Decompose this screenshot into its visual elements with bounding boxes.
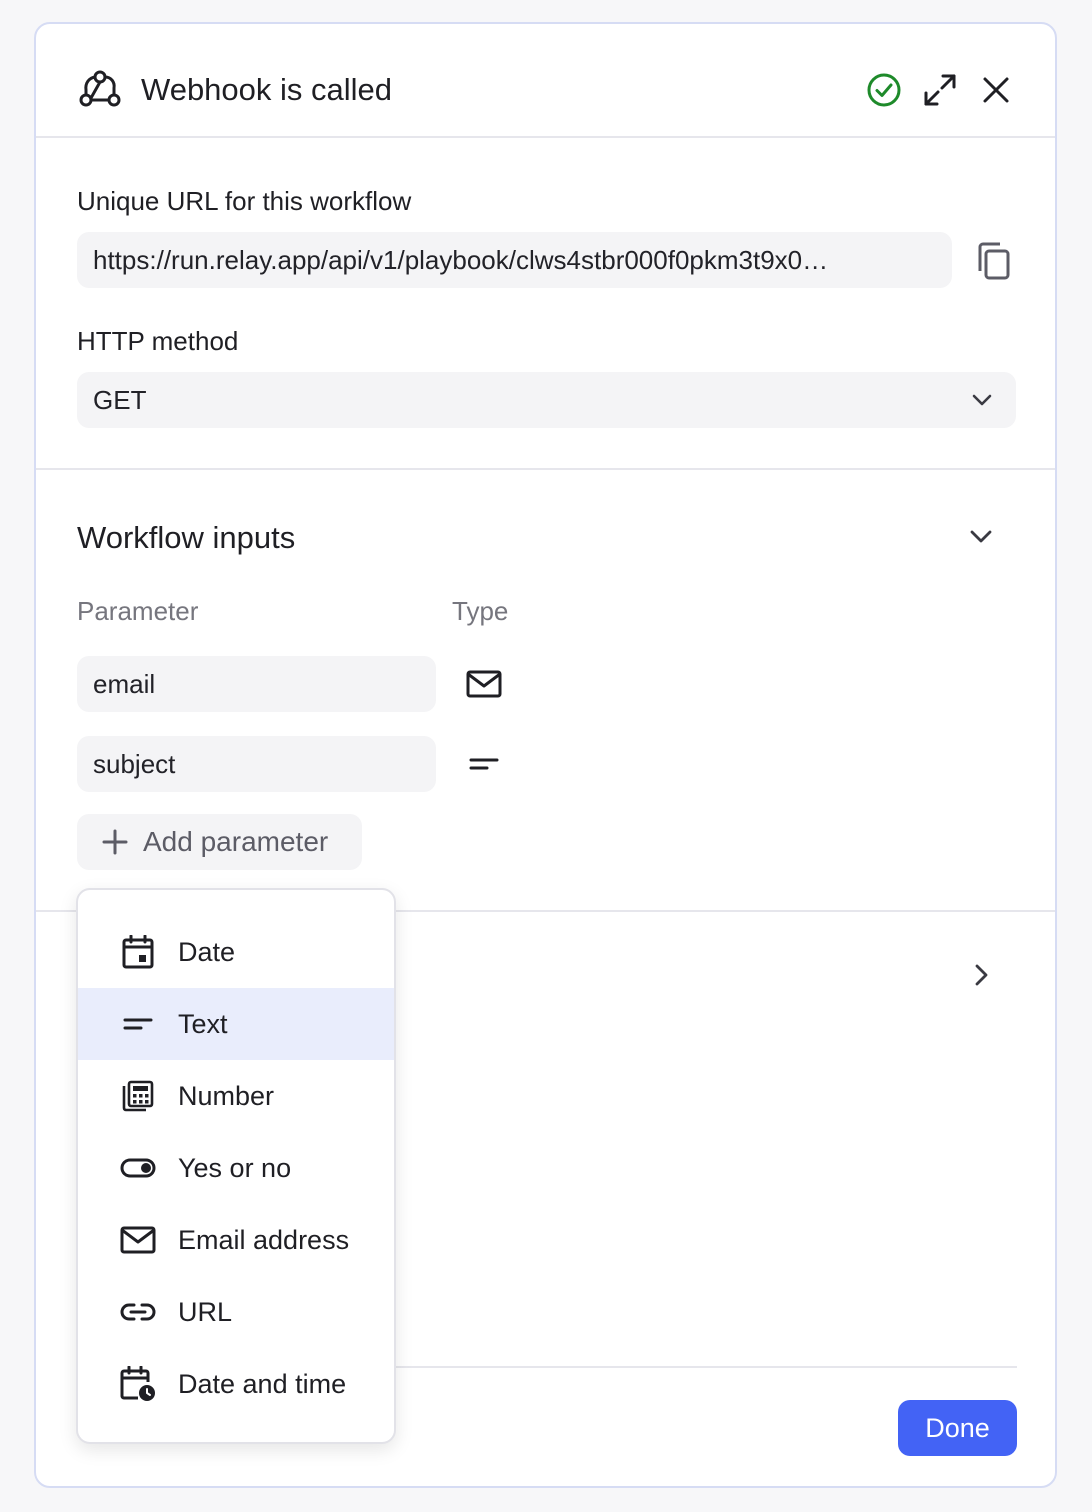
type-selector[interactable] <box>464 744 504 784</box>
text-lines-icon <box>469 758 499 770</box>
footer-divider <box>396 1366 1017 1368</box>
type-column-header: Type <box>452 596 509 626</box>
calendar-icon <box>122 935 154 969</box>
menu-item-number[interactable]: Number <box>78 1060 394 1132</box>
menu-item-label: Number <box>178 1081 275 1111</box>
menu-item-date-and-time[interactable]: Date and time <box>78 1348 394 1420</box>
chevron-right-icon[interactable] <box>968 962 994 988</box>
chevron-down-icon <box>972 394 992 406</box>
panel-title: Webhook is called <box>141 72 393 107</box>
mail-icon <box>466 670 502 698</box>
expand-icon <box>924 74 956 106</box>
parameter-name-field[interactable]: email <box>77 656 436 712</box>
toggle-icon <box>120 1158 156 1178</box>
http-method-value: GET <box>93 385 147 415</box>
parameter-name-field[interactable]: subject <box>77 736 436 792</box>
http-method-select[interactable]: GET <box>77 372 1016 428</box>
calculator-icon <box>122 1080 154 1112</box>
mail-icon <box>120 1226 156 1254</box>
workflow-inputs-title: Workflow inputs <box>77 520 296 555</box>
menu-item-url[interactable]: URL <box>78 1276 394 1348</box>
add-parameter-label: Add parameter <box>143 826 329 857</box>
panel-header: Webhook is called <box>36 24 1055 138</box>
expand-button[interactable] <box>920 70 960 110</box>
menu-item-label: Text <box>178 1009 228 1039</box>
menu-item-label: Date and time <box>178 1369 347 1399</box>
add-parameter-button[interactable]: Add parameter <box>77 814 362 870</box>
menu-item-date[interactable]: Date <box>78 916 394 988</box>
workflow-inputs-section: Workflow inputs Parameter Type email sub… <box>36 470 1055 912</box>
type-selector[interactable] <box>464 664 504 704</box>
collapse-chevron-icon[interactable] <box>966 522 996 552</box>
copy-icon <box>978 242 1010 280</box>
menu-item-email-address[interactable]: Email address <box>78 1204 394 1276</box>
url-method-section: Unique URL for this workflow https://run… <box>36 140 1055 470</box>
webhook-icon <box>79 70 121 107</box>
menu-item-label: Email address <box>178 1225 350 1255</box>
type-dropdown-menu: Date Text Number Yes or no Email address… <box>76 888 396 1444</box>
close-button[interactable] <box>976 70 1016 110</box>
text-lines-icon <box>123 1018 153 1030</box>
menu-item-text[interactable]: Text <box>78 988 394 1060</box>
status-check-icon <box>864 70 904 110</box>
copy-url-button[interactable] <box>972 239 1016 283</box>
calendar-clock-icon <box>120 1366 155 1401</box>
http-method-label: HTTP method <box>77 326 239 356</box>
link-icon <box>120 1303 156 1321</box>
plus-icon <box>102 829 128 855</box>
menu-item-label: Date <box>178 937 236 967</box>
close-icon <box>983 77 1009 103</box>
menu-item-label: Yes or no <box>178 1153 292 1183</box>
url-label: Unique URL for this workflow <box>77 186 412 216</box>
webhook-url-field[interactable]: https://run.relay.app/api/v1/playbook/cl… <box>77 232 952 288</box>
done-button[interactable]: Done <box>898 1400 1017 1456</box>
menu-item-label: URL <box>178 1297 233 1327</box>
menu-item-yes-or-no[interactable]: Yes or no <box>78 1132 394 1204</box>
parameter-column-header: Parameter <box>77 596 199 626</box>
